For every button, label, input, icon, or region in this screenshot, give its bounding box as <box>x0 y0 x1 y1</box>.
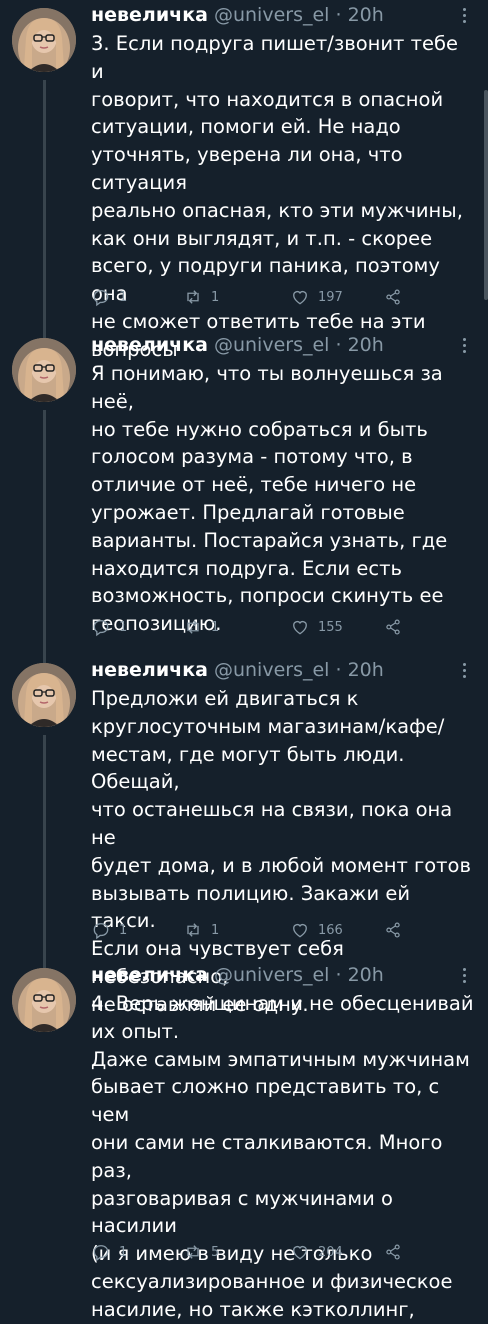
heart-icon <box>293 1246 307 1260</box>
share-icon <box>386 289 400 305</box>
author-name[interactable]: невеличка <box>91 4 208 26</box>
heart-icon <box>293 621 307 635</box>
avatar[interactable] <box>12 338 76 402</box>
separator-dot: · <box>335 964 342 986</box>
share-button[interactable] <box>383 285 403 309</box>
author-handle[interactable]: @univers_el <box>214 659 329 681</box>
retweet-icon <box>187 1245 199 1259</box>
retweet-button[interactable]: 1 <box>183 918 219 942</box>
reply-icon <box>93 620 109 637</box>
reply-button[interactable]: 1 <box>91 918 127 942</box>
share-button[interactable] <box>383 615 403 639</box>
tweet-actions: 1 5 204 <box>91 1240 421 1264</box>
tweet-actions: 1 1 166 <box>91 918 421 942</box>
reply-count: 1 <box>119 1244 128 1260</box>
tweet-text: 3. Если подруга пишет/звонит тебе и гово… <box>91 32 463 361</box>
thread-line <box>43 735 46 960</box>
like-count: 155 <box>318 619 343 635</box>
retweet-icon <box>187 620 199 634</box>
heart-icon <box>293 291 307 305</box>
tweet-3[interactable]: невеличка @univers_el · 20h Предложи ей … <box>0 655 488 1016</box>
like-button[interactable]: 155 <box>290 615 343 639</box>
reply-button[interactable]: 1 <box>91 615 127 639</box>
like-count: 204 <box>318 1244 343 1260</box>
share-button[interactable] <box>383 1240 403 1264</box>
tweet-4[interactable]: невеличка @univers_el · 20h 4. Верь женщ… <box>0 960 488 1321</box>
avatar[interactable] <box>12 8 76 72</box>
reply-count: 1 <box>119 289 128 305</box>
separator-dot: · <box>335 659 342 681</box>
timestamp[interactable]: 20h <box>348 964 384 986</box>
retweet-icon <box>187 290 199 304</box>
tweet-header: невеличка @univers_el · 20h <box>91 330 448 360</box>
author-handle[interactable]: @univers_el <box>214 964 329 986</box>
thread-line <box>43 655 46 663</box>
more-icon[interactable] <box>454 335 474 359</box>
share-icon <box>386 922 400 938</box>
tweet-header: невеличка @univers_el · 20h <box>91 655 448 685</box>
more-icon[interactable] <box>454 965 474 989</box>
retweet-count: 1 <box>211 619 220 635</box>
share-icon <box>386 619 400 635</box>
reply-icon <box>93 923 109 940</box>
retweet-icon <box>187 923 199 937</box>
tweet-header: невеличка @univers_el · 20h <box>91 960 448 990</box>
like-button[interactable]: 197 <box>290 285 343 309</box>
tweet-2[interactable]: невеличка @univers_el · 20h Я понимаю, ч… <box>0 330 488 655</box>
retweet-button[interactable]: 1 <box>183 285 219 309</box>
more-icon[interactable] <box>454 5 474 29</box>
retweet-button[interactable]: 5 <box>183 1240 219 1264</box>
author-handle[interactable]: @univers_el <box>214 4 329 26</box>
like-button[interactable]: 166 <box>290 918 343 942</box>
timestamp[interactable]: 20h <box>348 334 384 356</box>
separator-dot: · <box>335 4 342 26</box>
like-count: 197 <box>318 289 343 305</box>
tweet-1[interactable]: невеличка @univers_el · 20h 3. Если подр… <box>0 0 488 361</box>
more-icon[interactable] <box>454 660 474 684</box>
tweet-actions: 1 1 155 <box>91 615 421 639</box>
thread-line <box>43 410 46 655</box>
tweet-text: Я понимаю, что ты волнуешься за неё, но … <box>91 362 448 636</box>
reply-count: 1 <box>119 922 128 938</box>
timestamp[interactable]: 20h <box>348 659 384 681</box>
author-handle[interactable]: @univers_el <box>214 334 329 356</box>
tweet-text: 4. Верь женщинам и не обесценивай их опы… <box>91 992 474 1321</box>
retweet-count: 5 <box>211 1244 220 1260</box>
heart-icon <box>293 924 307 938</box>
reply-icon <box>93 290 109 307</box>
share-icon <box>386 1244 400 1260</box>
author-name[interactable]: невеличка <box>91 659 208 681</box>
reply-icon <box>93 1245 109 1262</box>
reply-button[interactable]: 1 <box>91 1240 127 1264</box>
separator-dot: · <box>335 334 342 356</box>
retweet-count: 1 <box>211 922 220 938</box>
author-name[interactable]: невеличка <box>91 334 208 356</box>
avatar[interactable] <box>12 968 76 1032</box>
share-button[interactable] <box>383 918 403 942</box>
tweet-header: невеличка @univers_el · 20h <box>91 0 448 30</box>
retweet-button[interactable]: 1 <box>183 615 219 639</box>
thread-line <box>43 960 46 968</box>
avatar[interactable] <box>12 663 76 727</box>
like-count: 166 <box>318 922 343 938</box>
tweet-actions: 1 1 197 <box>91 285 421 309</box>
retweet-count: 1 <box>211 289 220 305</box>
thread-line <box>43 330 46 338</box>
reply-button[interactable]: 1 <box>91 285 127 309</box>
thread-line <box>43 80 46 330</box>
like-button[interactable]: 204 <box>290 1240 343 1264</box>
author-name[interactable]: невеличка <box>91 964 208 986</box>
timestamp[interactable]: 20h <box>348 4 384 26</box>
reply-count: 1 <box>119 619 128 635</box>
